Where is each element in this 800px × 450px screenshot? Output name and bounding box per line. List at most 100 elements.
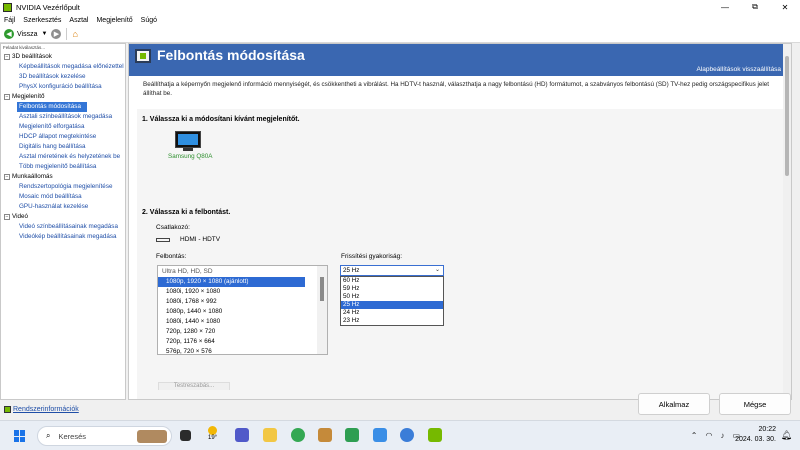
resolution-list[interactable]: Ultra HD, HD, SD 1080p, 1920 × 1080 (ajá…: [157, 265, 328, 355]
content-panel: [137, 109, 783, 399]
main-pane: Felbontás módosítása Alapbeállítások vis…: [128, 43, 792, 400]
tree-item-selected[interactable]: Felbontás módosítása: [17, 102, 87, 112]
maximize-button[interactable]: ⧉: [740, 0, 770, 14]
connector-label: Csatlakozó:: [156, 224, 190, 231]
task-tree-pane: Feladat kiválasztás... −3D beállítások K…: [0, 43, 126, 400]
back-button-label[interactable]: Vissza: [17, 31, 38, 38]
file-explorer-icon[interactable]: [263, 428, 277, 442]
collapse-icon[interactable]: −: [4, 174, 10, 180]
system-tray: ⌃ ◠ ♪ ▭: [691, 431, 740, 440]
tree-item[interactable]: Videó színbeállításainak megadása: [1, 222, 125, 232]
taskbar: ⌕ Keresés 19° ⌃ ◠ ♪ ▭ 20:22 2024. 03. 30…: [0, 420, 800, 450]
tree-item[interactable]: Videókép beállításainak megadása: [1, 232, 125, 242]
minimize-button[interactable]: —: [710, 0, 740, 14]
wifi-icon[interactable]: ◠: [705, 431, 712, 440]
refresh-option[interactable]: 59 Hz: [341, 285, 443, 293]
tree-item[interactable]: Asztali színbeállítások megadása: [1, 112, 125, 122]
tree-item[interactable]: Rendszertopológia megjelenítése: [1, 182, 125, 192]
collapse-icon[interactable]: −: [4, 214, 10, 220]
wechat-icon[interactable]: [345, 428, 359, 442]
refresh-option-selected[interactable]: 25 Hz: [341, 301, 443, 309]
resolution-option[interactable]: 1080i, 1768 × 992: [158, 297, 327, 307]
back-arrow-icon[interactable]: ◀: [4, 29, 14, 39]
back-dropdown-icon[interactable]: ▼: [42, 31, 48, 37]
refresh-option[interactable]: 23 Hz: [341, 317, 443, 325]
notification-icon[interactable]: 🔔︎: [781, 430, 792, 441]
refresh-option[interactable]: 50 Hz: [341, 293, 443, 301]
toolbar-separator: [66, 28, 68, 40]
tree-item[interactable]: Asztal méretének és helyzetének be: [1, 152, 125, 162]
search-icon: ⌕: [46, 431, 51, 440]
app-icon[interactable]: [400, 428, 414, 442]
home-icon[interactable]: ⌂: [72, 29, 77, 39]
resolution-option[interactable]: 1080p, 1440 × 1080: [158, 307, 327, 317]
monitor-icon: [175, 131, 201, 148]
chrome-icon[interactable]: [291, 428, 305, 442]
resolution-scrollbar[interactable]: [317, 266, 327, 354]
tree-item[interactable]: HDCP állapot megtekintése: [1, 132, 125, 142]
system-info-link[interactable]: Rendszerinformációk: [4, 406, 79, 413]
taskbar-search[interactable]: ⌕ Keresés: [37, 426, 172, 446]
close-button[interactable]: ✕: [770, 0, 800, 14]
menu-help[interactable]: Súgó: [141, 17, 157, 24]
resolution-group-header: Ultra HD, HD, SD: [162, 268, 213, 275]
tree-item[interactable]: GPU-használat kezelése: [1, 202, 125, 212]
resolution-option-selected[interactable]: 1080p, 1920 × 1080 (ajánlott): [158, 277, 305, 287]
tree-item[interactable]: Képbeállítások megadása előnézettel: [1, 62, 125, 72]
chevron-down-icon[interactable]: ⌄: [435, 266, 440, 275]
menu-file[interactable]: Fájl: [4, 17, 15, 24]
system-info-icon: [4, 406, 11, 413]
monitor-name: Samsung Q80A: [168, 153, 213, 160]
teams-icon[interactable]: [235, 428, 249, 442]
step1-heading: 1. Válassza ki a módosítani kívánt megje…: [142, 116, 300, 123]
menu-edit[interactable]: Szerkesztés: [23, 17, 61, 24]
tree-item[interactable]: Megjelenítő elforgatása: [1, 122, 125, 132]
collapse-icon[interactable]: −: [4, 54, 10, 60]
menu-desktop[interactable]: Asztal: [69, 17, 88, 24]
windows-start-icon[interactable]: [14, 430, 26, 442]
page-description: Beállíthatja a képernyőn megjelenő infor…: [143, 81, 770, 97]
tree-item[interactable]: Több megjelenítő beállítása: [1, 162, 125, 172]
refresh-option[interactable]: 24 Hz: [341, 309, 443, 317]
monitor-tile[interactable]: Samsung Q80A: [168, 131, 213, 160]
window-title: NVIDIA Vezérlőpult: [16, 2, 80, 12]
page-banner: Felbontás módosítása Alapbeállítások vis…: [129, 44, 791, 76]
tree-item[interactable]: PhysX konfiguráció beállítása: [1, 82, 125, 92]
weather-widget[interactable]: 19°: [208, 424, 217, 441]
clock[interactable]: 20:22 2024. 03. 30.: [735, 425, 776, 445]
title-bar: NVIDIA Vezérlőpult — ⧉ ✕: [0, 0, 800, 14]
step2-heading: 2. Válassza ki a felbontást.: [142, 209, 231, 216]
forward-arrow-icon[interactable]: ▶: [51, 29, 62, 39]
restore-defaults-link[interactable]: Alapbeállítások visszaállítása: [696, 66, 781, 73]
resolution-option[interactable]: 720p, 1280 × 720: [158, 327, 327, 337]
nvidia-taskbar-icon[interactable]: [428, 428, 442, 442]
tree-item[interactable]: Digitális hang beállítása: [1, 142, 125, 152]
tree-item[interactable]: Mosaic mód beállítása: [1, 192, 125, 202]
app-icon[interactable]: [318, 428, 332, 442]
chevron-up-icon[interactable]: ⌃: [691, 431, 698, 440]
tree-item[interactable]: 3D beállítások kezelése: [1, 72, 125, 82]
resolution-option[interactable]: 1080i, 1920 × 1080: [158, 287, 327, 297]
tree-category-video[interactable]: − Videó: [1, 212, 125, 222]
resolution-option[interactable]: 576p, 720 × 576: [158, 347, 327, 354]
resolution-option[interactable]: 720p, 1176 × 664: [158, 337, 327, 347]
task-view-icon[interactable]: [180, 430, 191, 441]
volume-icon[interactable]: ♪: [720, 431, 724, 440]
app-icon[interactable]: [373, 428, 387, 442]
cancel-button[interactable]: Mégse: [719, 393, 791, 415]
customize-button[interactable]: Testreszabás...: [158, 382, 230, 390]
refresh-rate-options[interactable]: 60 Hz 59 Hz 50 Hz 25 Hz 24 Hz 23 Hz: [340, 276, 444, 326]
main-scrollbar[interactable]: [783, 44, 791, 399]
menu-display[interactable]: Megjelenítő: [96, 17, 132, 24]
resolution-option[interactable]: 1080i, 1440 × 1080: [158, 317, 327, 327]
refresh-rate-dropdown[interactable]: 25 Hz ⌄: [340, 265, 444, 276]
collapse-icon[interactable]: −: [4, 94, 10, 100]
refresh-option[interactable]: 60 Hz: [341, 277, 443, 285]
connector-value: HDMI - HDTV: [156, 236, 220, 243]
menu-bar: Fájl Szerkesztés Asztal Megjelenítő Súgó: [0, 14, 800, 26]
apply-button[interactable]: Alkalmaz: [638, 393, 710, 415]
tree-category-display[interactable]: − Megjelenítő: [1, 92, 125, 102]
tree-category-3d[interactable]: −3D beállítások: [1, 52, 125, 62]
tree-category-workstation[interactable]: − Munkaállomás: [1, 172, 125, 182]
search-highlight-image: [137, 430, 167, 443]
